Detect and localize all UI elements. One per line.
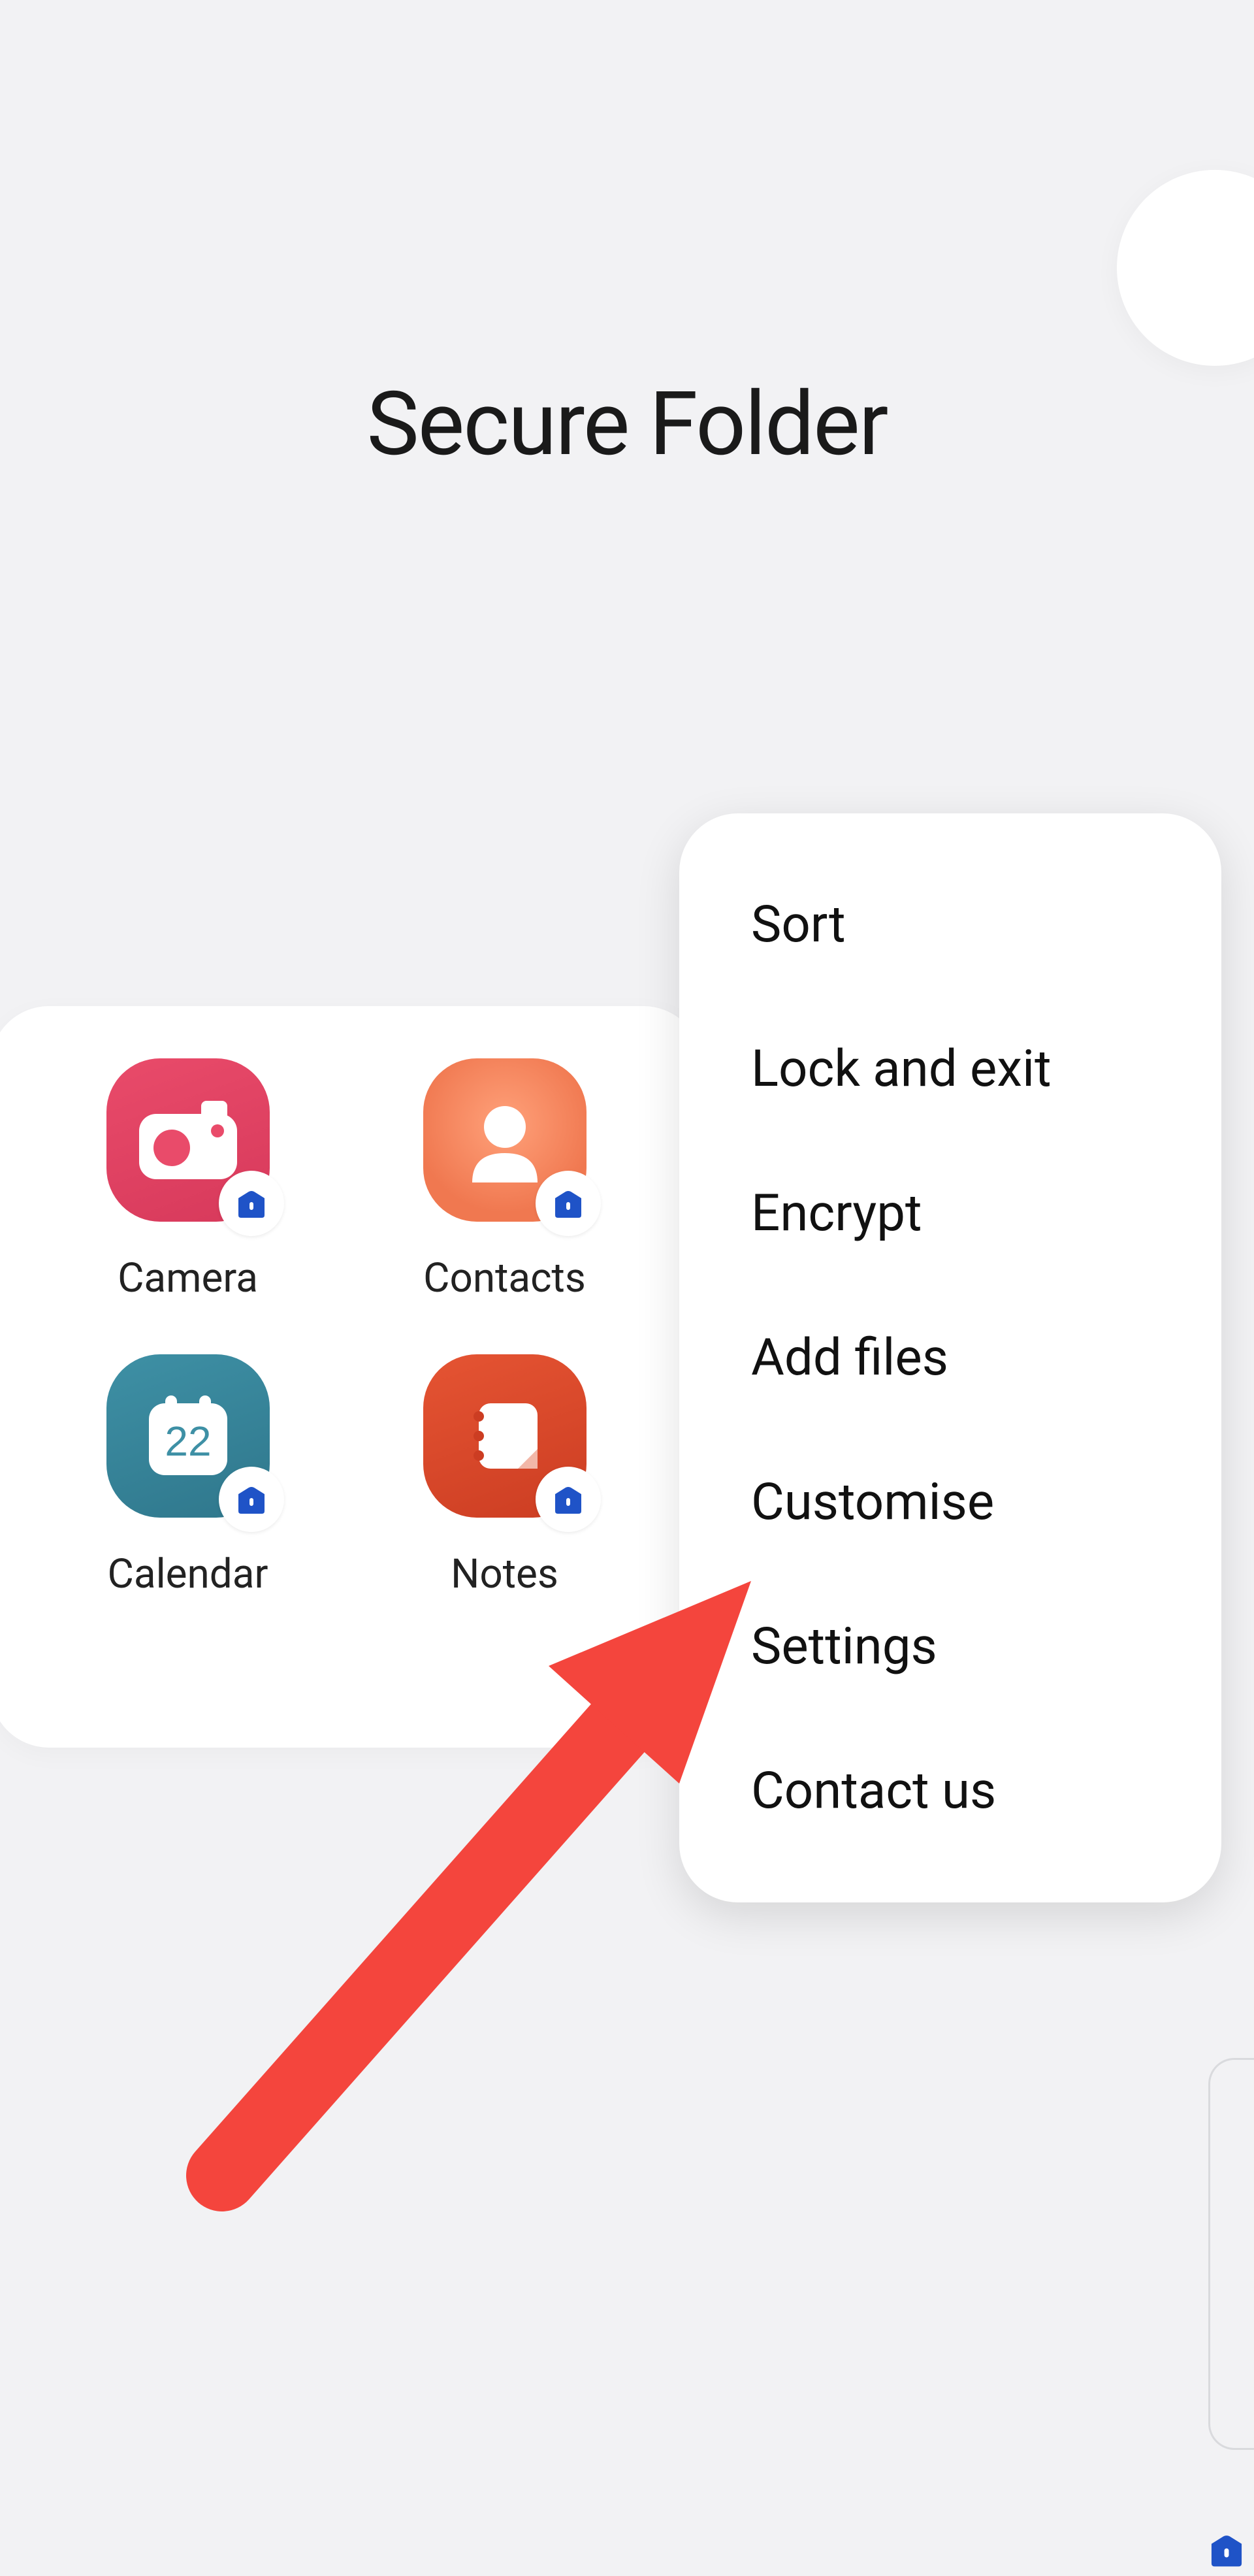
- secure-badge-icon: [536, 1467, 601, 1532]
- side-handle[interactable]: [1208, 2058, 1254, 2450]
- menu-item-lock-exit[interactable]: Lock and exit: [679, 997, 1221, 1141]
- notes-icon: [423, 1354, 587, 1518]
- calendar-icon: 22: [106, 1354, 270, 1518]
- secure-folder-corner-icon: [1207, 2533, 1246, 2569]
- app-label: Notes: [451, 1550, 558, 1598]
- menu-item-add-files[interactable]: Add files: [679, 1286, 1221, 1430]
- contacts-icon: [423, 1058, 587, 1222]
- menu-item-customise[interactable]: Customise: [679, 1430, 1221, 1574]
- page-title: Secure Folder: [0, 372, 1254, 476]
- top-right-circle-button[interactable]: [1117, 170, 1254, 366]
- app-contacts[interactable]: Contacts: [415, 1058, 594, 1302]
- menu-item-settings[interactable]: Settings: [679, 1574, 1221, 1719]
- menu-item-encrypt[interactable]: Encrypt: [679, 1141, 1221, 1286]
- camera-icon: [106, 1058, 270, 1222]
- secure-badge-icon: [219, 1171, 284, 1236]
- apps-card: Camera Contacts: [0, 1006, 702, 1748]
- app-label: Calendar: [108, 1550, 268, 1598]
- menu-item-sort[interactable]: Sort: [679, 853, 1221, 997]
- secure-badge-icon: [536, 1171, 601, 1236]
- menu-item-contact-us[interactable]: Contact us: [679, 1719, 1221, 1863]
- app-calendar[interactable]: 22 Calendar: [98, 1354, 278, 1598]
- app-label: Contacts: [423, 1254, 586, 1302]
- app-label: Camera: [118, 1254, 258, 1302]
- apps-grid: Camera Contacts: [98, 1058, 594, 1598]
- calendar-day: 22: [165, 1418, 211, 1465]
- app-notes[interactable]: Notes: [415, 1354, 594, 1598]
- secure-badge-icon: [219, 1467, 284, 1532]
- app-camera[interactable]: Camera: [98, 1058, 278, 1302]
- overflow-menu: Sort Lock and exit Encrypt Add files Cus…: [679, 813, 1221, 1902]
